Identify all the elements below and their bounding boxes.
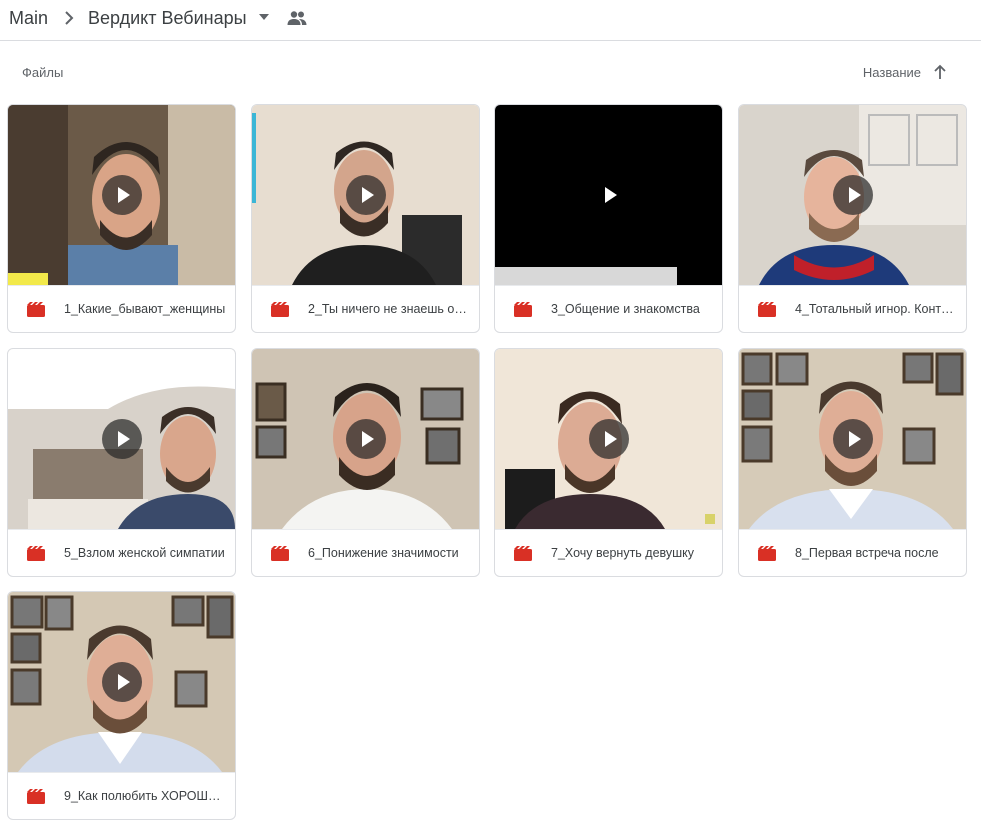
video-thumbnail[interactable]	[252, 105, 479, 285]
play-icon	[605, 431, 617, 447]
file-caption: 7_Хочу вернуть девушку	[495, 529, 722, 576]
video-file-icon	[271, 302, 289, 317]
file-card[interactable]: 9_Как полюбить ХОРОШУЮ девушку	[7, 591, 236, 820]
file-name: 5_Взлом женской симпатии	[64, 546, 225, 560]
play-button[interactable]	[102, 662, 142, 702]
play-icon	[362, 187, 374, 203]
video-file-icon	[27, 789, 45, 804]
video-file-icon	[27, 546, 45, 561]
file-caption: 2_Ты ничего не знаешь о женщинах	[252, 285, 479, 332]
file-name: 3_Общение и знакомства	[551, 302, 700, 316]
top-bar: Main Вердикт Вебинары	[0, 0, 981, 41]
play-button[interactable]	[833, 175, 873, 215]
play-icon	[605, 187, 617, 203]
breadcrumb-current-folder[interactable]: Вердикт Вебинары	[88, 6, 247, 30]
file-name: 6_Понижение значимости	[308, 546, 459, 560]
play-icon	[362, 431, 374, 447]
files-section-title: Файлы	[22, 65, 64, 80]
video-file-icon	[514, 302, 532, 317]
play-icon	[849, 431, 861, 447]
play-button[interactable]	[589, 175, 629, 215]
file-card[interactable]: 2_Ты ничего не знаешь о женщинах	[251, 104, 480, 333]
file-caption: 9_Как полюбить ХОРОШУЮ девушку	[8, 772, 235, 819]
video-file-icon	[758, 302, 776, 317]
video-thumbnail[interactable]	[252, 349, 479, 529]
file-card[interactable]: 6_Понижение значимости	[251, 348, 480, 577]
file-card[interactable]: 7_Хочу вернуть девушку	[494, 348, 723, 577]
video-thumbnail[interactable]	[739, 105, 966, 285]
file-name: 9_Как полюбить ХОРОШУЮ девушку	[64, 789, 226, 803]
play-icon	[118, 187, 130, 203]
file-card[interactable]: 1_Какие_бывают_женщины	[7, 104, 236, 333]
video-thumbnail[interactable]	[8, 349, 235, 529]
video-thumbnail[interactable]	[8, 592, 235, 772]
file-card[interactable]: 8_Первая встреча после	[738, 348, 967, 577]
file-caption: 4_Тотальный игнор. Контакт	[739, 285, 966, 332]
play-icon	[118, 674, 130, 690]
file-name: 7_Хочу вернуть девушку	[551, 546, 695, 560]
video-thumbnail[interactable]	[8, 105, 235, 285]
file-caption: 1_Какие_бывают_женщины	[8, 285, 235, 332]
chevron-right-icon	[65, 11, 74, 25]
file-caption: 8_Первая встреча после	[739, 529, 966, 576]
file-caption: 6_Понижение значимости	[252, 529, 479, 576]
shared-people-icon[interactable]	[287, 10, 307, 26]
breadcrumb-root[interactable]: Main	[9, 6, 48, 30]
video-thumbnail[interactable]	[739, 349, 966, 529]
play-icon	[849, 187, 861, 203]
sort-by-name-button[interactable]: Название	[863, 65, 921, 80]
play-button[interactable]	[102, 419, 142, 459]
video-file-icon	[514, 546, 532, 561]
file-name: 4_Тотальный игнор. Контакт	[795, 302, 957, 316]
file-caption: 3_Общение и знакомства	[495, 285, 722, 332]
file-card[interactable]: 3_Общение и знакомства	[494, 104, 723, 333]
play-button[interactable]	[346, 419, 386, 459]
file-name: 8_Первая встреча после	[795, 546, 939, 560]
file-name: 1_Какие_бывают_женщины	[64, 302, 226, 316]
play-button[interactable]	[102, 175, 142, 215]
arrow-up-icon[interactable]	[932, 63, 948, 81]
video-file-icon	[758, 546, 776, 561]
video-thumbnail[interactable]	[495, 105, 722, 285]
video-thumbnail[interactable]	[495, 349, 722, 529]
caret-down-icon[interactable]	[257, 12, 271, 22]
video-file-icon	[271, 546, 289, 561]
file-name: 2_Ты ничего не знаешь о женщинах	[308, 302, 470, 316]
file-caption: 5_Взлом женской симпатии	[8, 529, 235, 576]
play-button[interactable]	[833, 419, 873, 459]
file-card[interactable]: 4_Тотальный игнор. Контакт	[738, 104, 967, 333]
play-button[interactable]	[346, 175, 386, 215]
play-icon	[118, 431, 130, 447]
video-file-icon	[27, 302, 45, 317]
file-card[interactable]: 5_Взлом женской симпатии	[7, 348, 236, 577]
play-button[interactable]	[589, 419, 629, 459]
